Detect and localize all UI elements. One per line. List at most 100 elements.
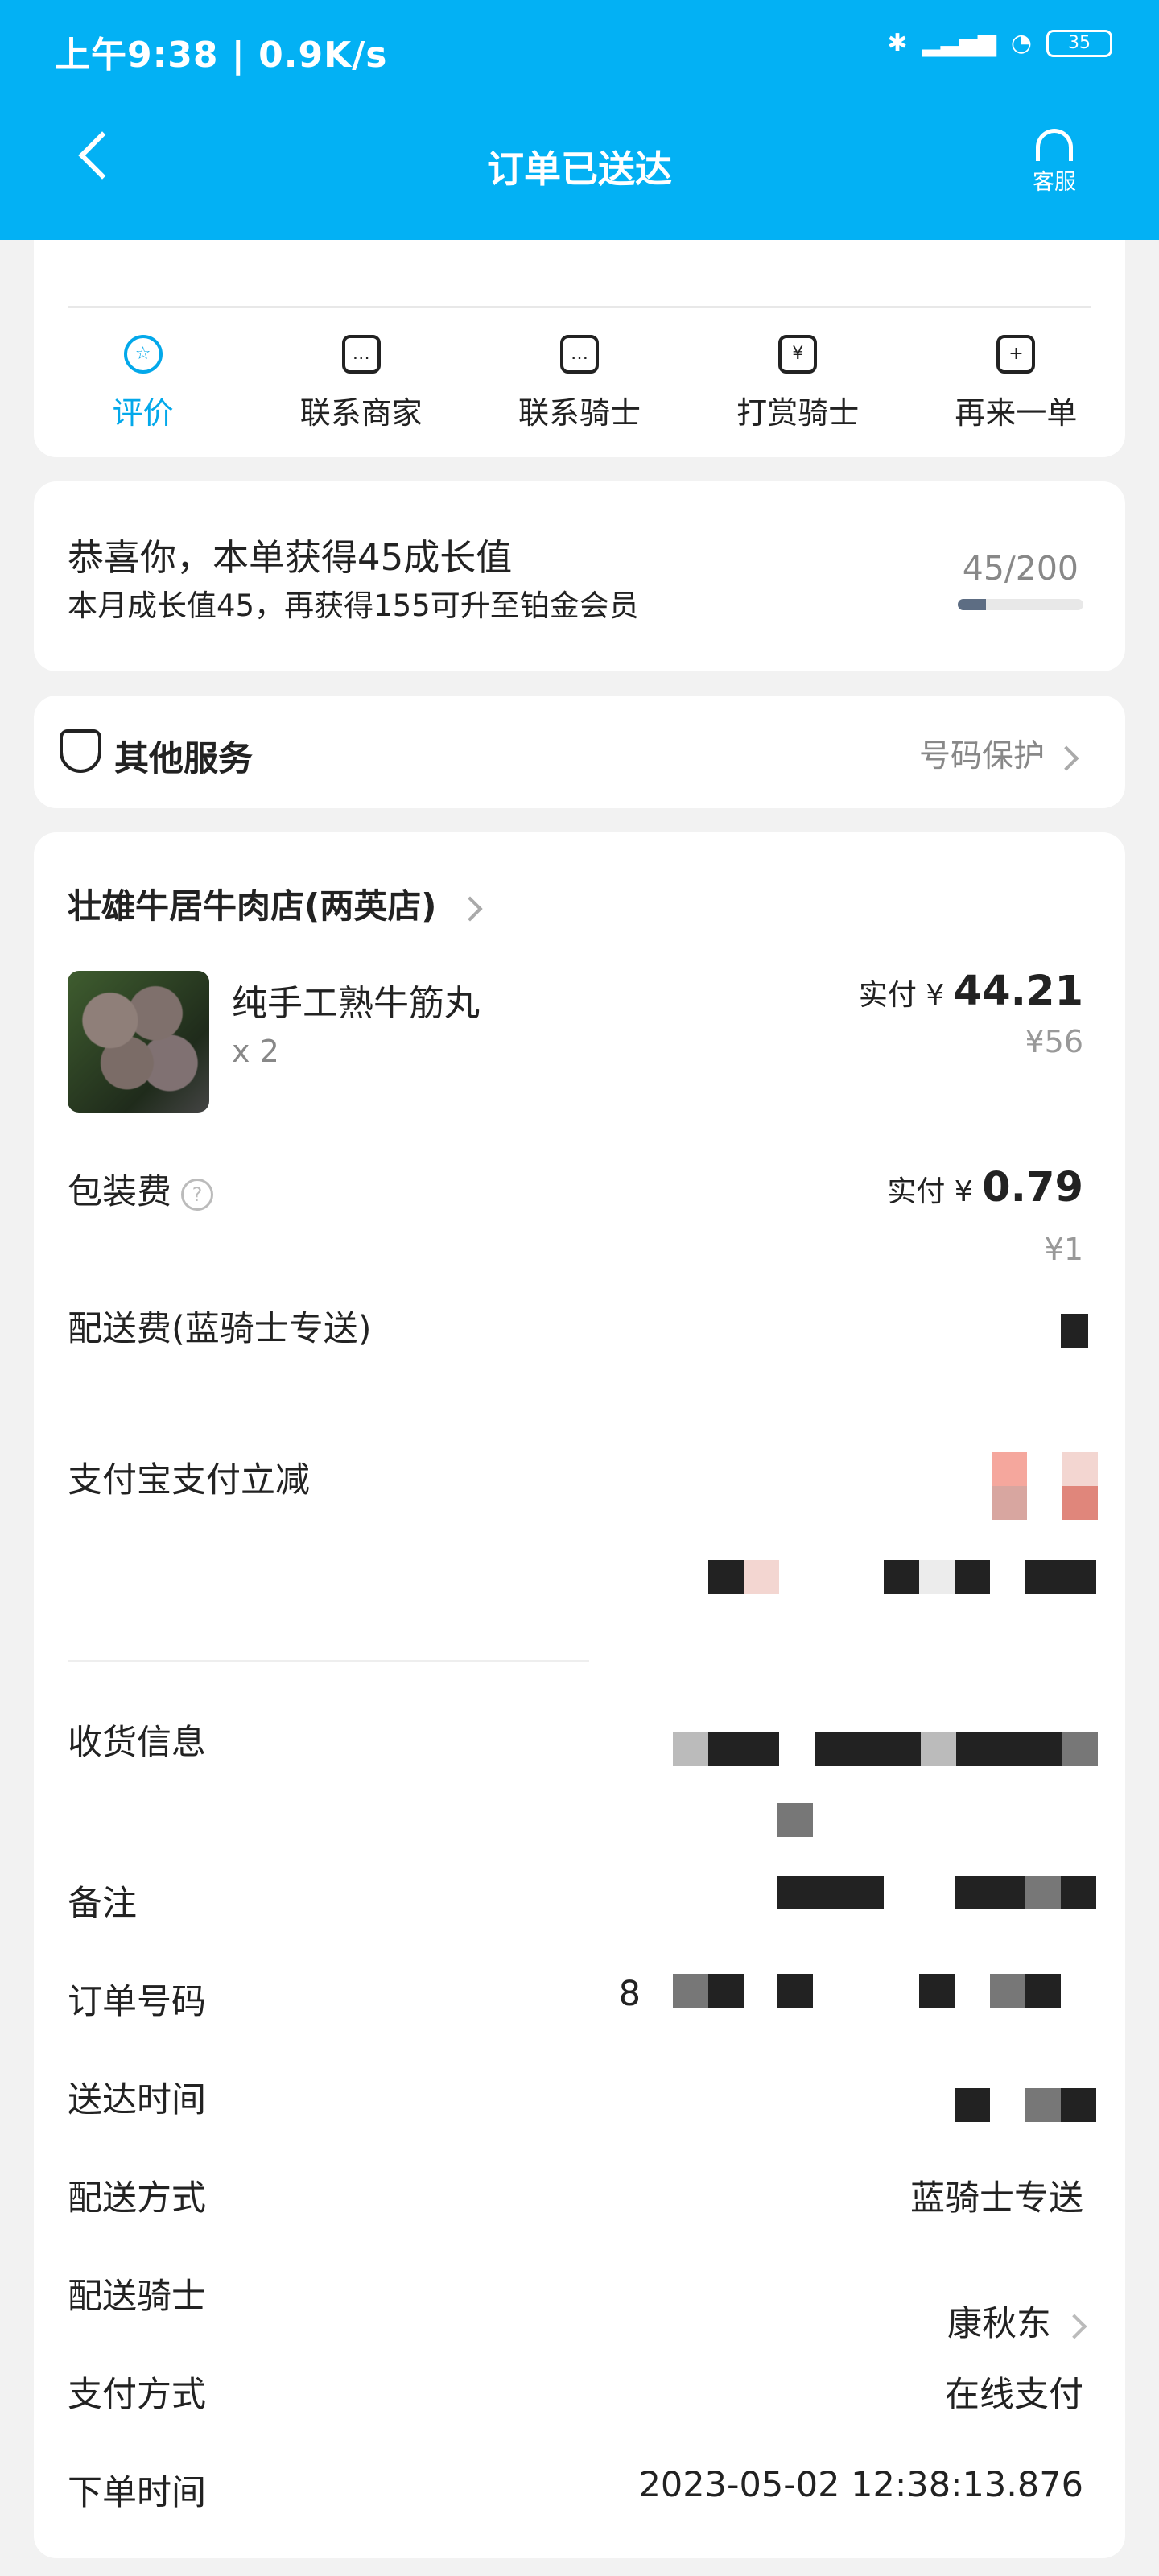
chevron-right-icon (1062, 2313, 1087, 2339)
product-name: 纯手工熟牛筋丸 (232, 983, 480, 1024)
product-paid-price: 实付 ¥ 44.21 (859, 968, 1083, 1015)
divider (68, 306, 1091, 308)
redaction-block (992, 1452, 1027, 1486)
redaction-block (1025, 2088, 1061, 2122)
customer-service-button[interactable]: 客服 (1014, 129, 1095, 196)
contact-rider-button[interactable]: … 联系骑士 (470, 335, 688, 432)
number-protection-label: 号码保护 (918, 738, 1045, 774)
chat-icon: … (560, 335, 599, 374)
contact-rider-label: 联系骑士 (518, 395, 641, 431)
redaction-block (1025, 1560, 1096, 1594)
growth-subtitle: 本月成长值45，再获得155可升至铂金会员 (68, 588, 639, 623)
paid-label: 实付 (858, 979, 917, 1012)
packaging-text: 包装费 (68, 1172, 171, 1212)
action-row: ☆ 评价 … 联系商家 … 联系骑士 ¥ 打赏骑士 + 再来一单 (34, 335, 1125, 432)
receive-info-label: 收货信息 (68, 1723, 206, 1763)
signal-icon: ▂▃▅▆ (922, 29, 996, 57)
contact-merchant-button[interactable]: … 联系商家 (252, 335, 470, 432)
delivery-method-label: 配送方式 (68, 2178, 206, 2219)
redaction-block (1062, 1732, 1098, 1766)
other-services-title: 其他服务 (114, 739, 253, 779)
battery-icon: 35 (1046, 29, 1112, 57)
redaction-block (673, 1974, 708, 2008)
redaction-block (777, 1876, 884, 1909)
redaction-block (955, 2088, 990, 2122)
growth-progress-fill (958, 599, 987, 610)
page-title: 订单已送达 (487, 147, 672, 191)
payment-method-label: 支付方式 (68, 2375, 206, 2415)
packaging-label: 包装费? (68, 1164, 213, 1214)
order-time-label: 下单时间 (68, 2473, 206, 2513)
growth-title: 恭喜你，本单获得45成长值 (68, 536, 513, 579)
order-detail-card: 壮雄牛居牛肉店(两英店) 纯手工熟牛筋丸 x 2 实付 ¥ 44.21 ¥56 … (34, 832, 1125, 2558)
order-number-prefix: 8 (618, 1974, 641, 2014)
shield-icon (60, 729, 101, 773)
redaction-block (921, 1732, 956, 1766)
action-card: ☆ 评价 … 联系商家 … 联系骑士 ¥ 打赏骑士 + 再来一单 (34, 240, 1125, 457)
alipay-discount-label: 支付宝支付立减 (68, 1460, 310, 1501)
redaction-block (919, 1974, 955, 2008)
store-name[interactable]: 壮雄牛居牛肉店(两英店) (68, 879, 483, 928)
receipt-add-icon: + (996, 335, 1036, 374)
redaction-block (1061, 1314, 1088, 1348)
redaction-block (815, 1732, 921, 1766)
chat-icon: … (341, 335, 381, 374)
paid-amount: 0.79 (982, 1164, 1083, 1212)
redaction-block (1061, 2088, 1096, 2122)
redaction-block (956, 1732, 1062, 1766)
redaction-block (708, 1732, 779, 1766)
tip-rider-label: 打赏骑士 (736, 395, 860, 431)
redaction-block (744, 1560, 779, 1594)
redaction-block (1025, 1974, 1061, 2008)
top-bar: 上午9:38 | 0.9K/s ✱ ▂▃▅▆ ◔ 35 订单已送达 客服 (0, 0, 1159, 240)
redaction-block (1062, 1486, 1098, 1520)
bluetooth-icon: ✱ (887, 29, 908, 57)
star-icon: ☆ (123, 335, 163, 374)
growth-card: 恭喜你，本单获得45成长值 本月成长值45，再获得155可升至铂金会员 45/2… (34, 481, 1125, 671)
rider-label: 配送骑士 (68, 2277, 206, 2317)
help-icon[interactable]: ? (181, 1178, 213, 1211)
paid-label: 实付 (887, 1175, 946, 1208)
delivery-fee-label: 配送费(蓝骑士专送) (68, 1309, 372, 1349)
number-protection-link[interactable]: 号码保护 (918, 731, 1079, 776)
redaction-block (777, 1974, 813, 2008)
currency-symbol: ¥ (954, 1175, 973, 1208)
status-icons: ✱ ▂▃▅▆ ◔ 35 (887, 29, 1112, 57)
redaction-block (1061, 1876, 1096, 1909)
store-name-text: 壮雄牛居牛肉店(两英店) (68, 886, 437, 926)
product-original-price: ¥56 (1025, 1024, 1083, 1059)
redaction-block (708, 1974, 744, 2008)
wifi-icon: ◔ (1010, 29, 1032, 57)
redaction-block (777, 1803, 813, 1837)
reorder-label: 再来一单 (955, 395, 1078, 431)
reorder-button[interactable]: + 再来一单 (907, 335, 1125, 432)
delivery-method-value: 蓝骑士专送 (910, 2178, 1083, 2219)
redaction-block (884, 1560, 919, 1594)
review-button[interactable]: ☆ 评价 (34, 335, 252, 432)
redaction-block (1062, 1452, 1098, 1486)
divider (68, 1660, 589, 1662)
redaction-block (955, 1560, 990, 1594)
redaction-block (919, 1560, 955, 1594)
remark-label: 备注 (68, 1884, 137, 1924)
customer-service-label: 客服 (1033, 170, 1076, 195)
redaction-block (990, 1974, 1025, 2008)
rider-link[interactable]: 康秋东 (947, 2296, 1087, 2346)
tip-rider-button[interactable]: ¥ 打赏骑士 (689, 335, 907, 432)
chevron-right-icon (1054, 745, 1079, 771)
delivered-time-label: 送达时间 (68, 2080, 206, 2120)
redaction-block (992, 1486, 1027, 1520)
redaction-block (673, 1732, 708, 1766)
status-time: 上午9:38 | 0.9K/s (55, 35, 388, 76)
order-number-label: 订单号码 (68, 1982, 206, 2022)
redaction-block (1025, 1876, 1061, 1909)
battery-level: 35 (1068, 33, 1091, 53)
money-bag-icon: ¥ (778, 335, 818, 374)
chevron-right-icon (457, 895, 483, 922)
payment-method-value: 在线支付 (945, 2375, 1083, 2415)
packaging-paid-price: 实付 ¥ 0.79 (887, 1164, 1083, 1212)
other-services-row[interactable]: 其他服务 号码保护 (34, 696, 1125, 808)
redaction-block (955, 1876, 1025, 1909)
product-image (68, 971, 209, 1113)
packaging-original-price: ¥1 (1044, 1232, 1083, 1267)
